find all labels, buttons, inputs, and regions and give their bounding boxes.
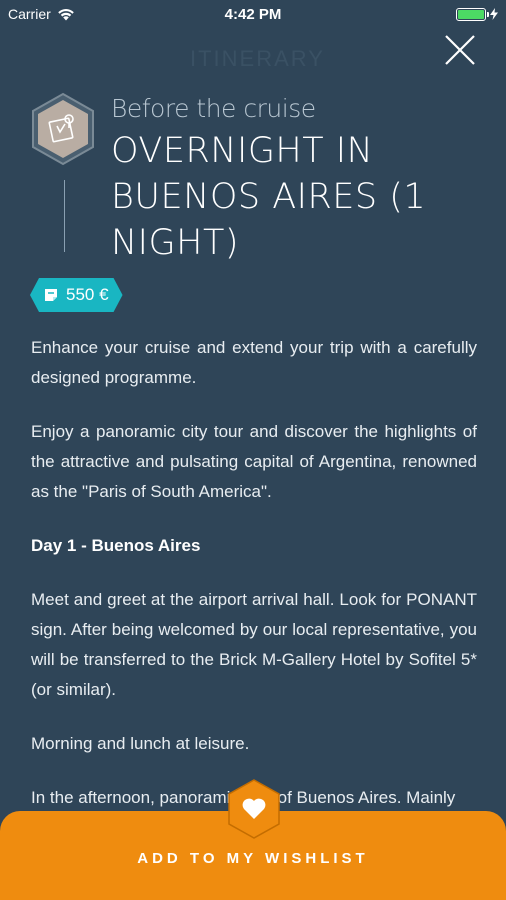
description-paragraph: Morning and lunch at leisure.	[31, 734, 250, 753]
header-divider	[64, 180, 65, 252]
price-badge: 550 €	[30, 278, 123, 312]
status-bar: Carrier 4:42 PM	[0, 0, 506, 28]
description-paragraph: Enhance your cruise and extend your trip…	[31, 338, 477, 387]
close-button[interactable]	[440, 30, 480, 70]
status-right	[456, 7, 498, 21]
status-left: Carrier	[8, 6, 75, 22]
description-paragraph: Enjoy a panoramic city tour and discover…	[31, 422, 477, 501]
close-icon	[445, 35, 475, 65]
status-time: 4:42 PM	[224, 5, 282, 23]
battery-icon	[456, 7, 489, 21]
header-text: Before the cruise OVERNIGHT IN BUENOS AI…	[111, 92, 481, 266]
wifi-icon	[57, 8, 74, 20]
description-paragraph: Meet and greet at the airport arrival ha…	[31, 590, 477, 699]
background-ghost-title: ITINERARY	[190, 46, 325, 71]
carrier-label: Carrier	[8, 6, 51, 22]
map-hex-icon	[32, 92, 94, 166]
ticket-icon	[44, 288, 58, 302]
heart-icon[interactable]	[227, 778, 281, 840]
header-subtitle: Before the cruise	[111, 94, 316, 123]
price-label: 550 €	[66, 285, 109, 304]
day-heading: Day 1 - Buenos Aires	[31, 536, 201, 555]
description-content: Enhance your cruise and extend your trip…	[31, 333, 477, 837]
wishlist-label: ADD TO MY WISHLIST	[137, 850, 369, 867]
page-title: OVERNIGHT IN BUENOS AIRES (1 NIGHT)	[111, 131, 427, 263]
charging-icon	[490, 8, 498, 20]
